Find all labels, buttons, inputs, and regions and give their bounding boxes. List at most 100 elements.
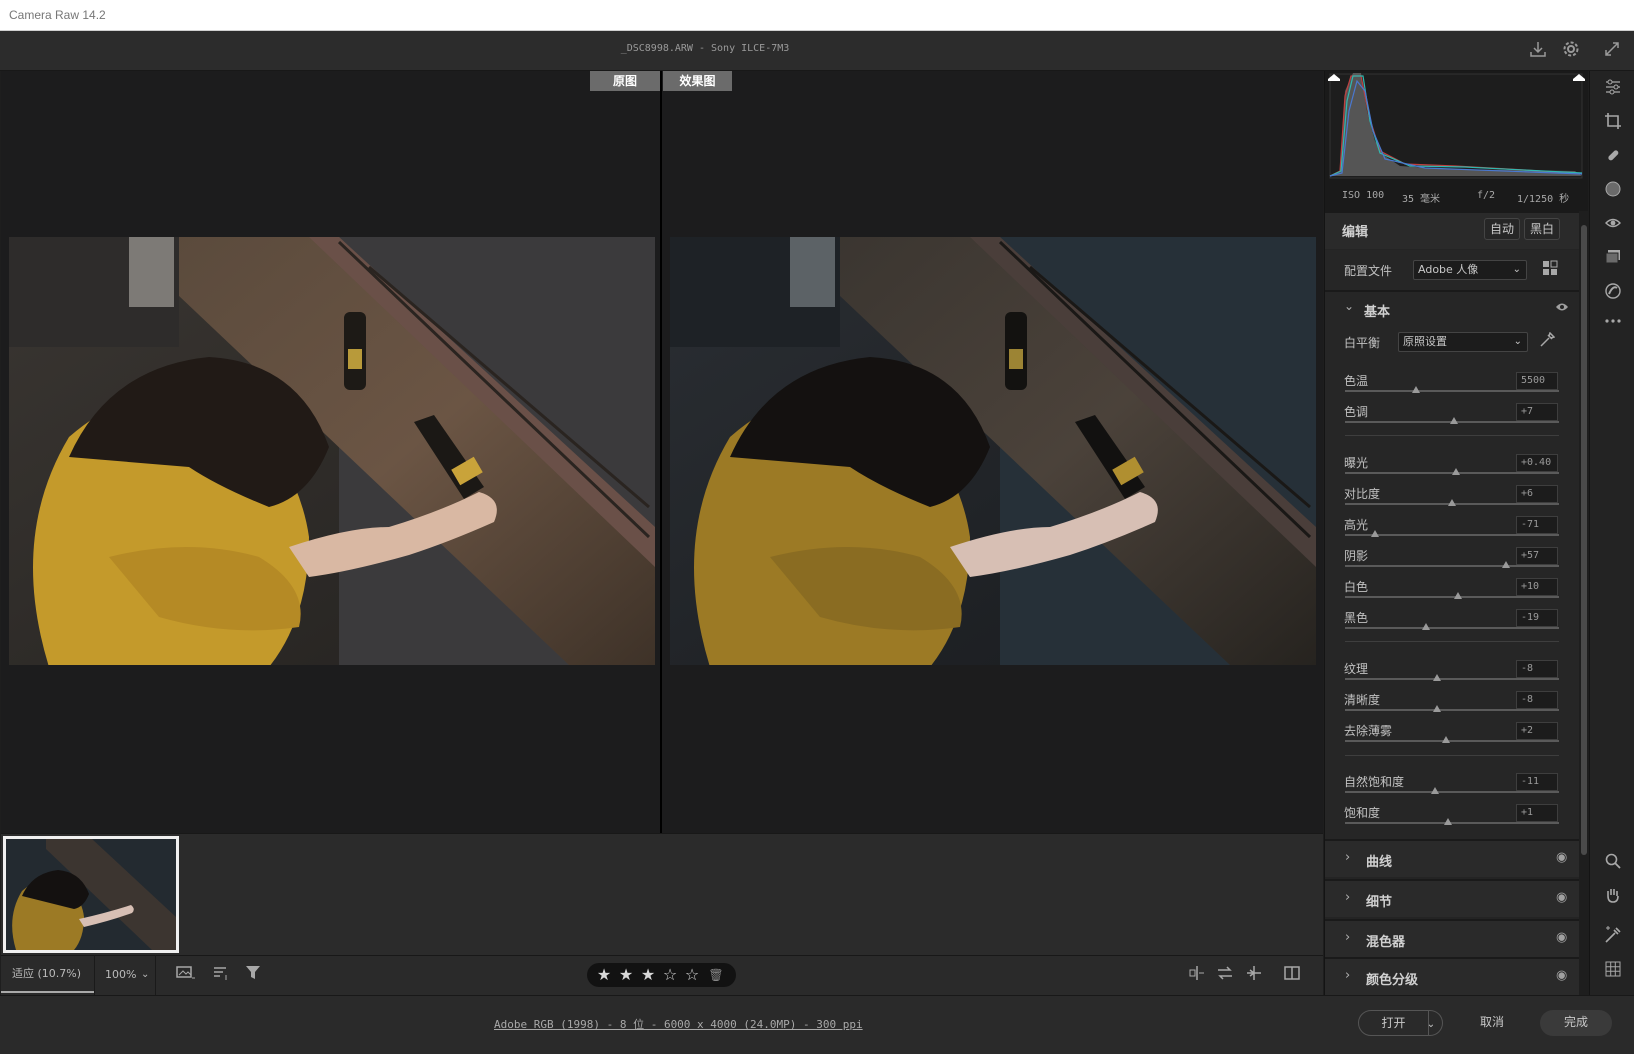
fullscreen-icon[interactable] <box>1601 40 1623 62</box>
slider-thumb[interactable] <box>1441 736 1450 743</box>
filter-icon[interactable] <box>243 965 265 987</box>
chevron-down-icon: ⌄ <box>141 969 150 980</box>
curve-panel[interactable]: › 曲线 ◉ <box>1325 839 1579 877</box>
section-divider <box>1345 435 1559 436</box>
edit-icon[interactable] <box>1601 78 1625 102</box>
slider-value-input[interactable]: +0.40 <box>1516 454 1558 472</box>
slider-value-input[interactable]: -8 <box>1516 660 1558 678</box>
visibility-eye-icon[interactable]: ◉ <box>1556 968 1567 983</box>
wb-dropdown[interactable]: 原照设置 ⌄ <box>1398 332 1528 352</box>
slider-track[interactable] <box>1345 740 1559 742</box>
visibility-eye-icon[interactable] <box>1555 301 1569 315</box>
slider-thumb[interactable] <box>1450 417 1459 424</box>
image-info-link[interactable]: Adobe RGB (1998) - 8 位 - 6000 x 4000 (24… <box>494 1016 863 1032</box>
visibility-eye-icon[interactable]: ◉ <box>1556 850 1567 865</box>
slider-thumb[interactable] <box>1430 787 1439 794</box>
more-icon[interactable] <box>1601 312 1625 336</box>
slider-thumb[interactable] <box>1370 530 1379 537</box>
split-view-icon[interactable] <box>1281 965 1303 987</box>
slider-thumb[interactable] <box>1433 674 1442 681</box>
done-button[interactable]: 完成 <box>1540 1010 1612 1036</box>
visibility-eye-icon[interactable]: ◉ <box>1556 930 1567 945</box>
after-image <box>670 237 1316 665</box>
detail-panel[interactable]: › 细节 ◉ <box>1325 879 1579 917</box>
slider-thumb[interactable] <box>1411 386 1420 393</box>
wb-value: 原照设置 <box>1403 335 1447 348</box>
star-icon[interactable]: ★ <box>595 965 613 985</box>
eyedropper-icon[interactable] <box>1539 331 1556 351</box>
slider-thumb[interactable] <box>1452 468 1461 475</box>
snapshots-icon[interactable] <box>1601 248 1625 272</box>
filmstrip-icon[interactable] <box>175 965 197 987</box>
filmstrip-thumbnail[interactable] <box>3 836 179 953</box>
slider-track[interactable] <box>1345 791 1559 793</box>
basic-title[interactable]: 基本 <box>1364 301 1390 320</box>
star-empty-icon[interactable]: ☆ <box>661 965 679 985</box>
zoom-fit-button[interactable]: 适应 (10.7%) <box>1 955 94 993</box>
zoom-level-dropdown[interactable]: 100% ⌄ <box>94 955 156 995</box>
slider-value-input[interactable]: +2 <box>1516 722 1558 740</box>
slider-value-input[interactable]: 5500 <box>1516 372 1558 390</box>
redeye-icon[interactable] <box>1601 214 1625 238</box>
mask-icon[interactable] <box>1601 180 1625 204</box>
slider-thumb[interactable] <box>1422 623 1431 630</box>
heal-icon[interactable] <box>1601 146 1625 170</box>
panel-scrollbar-thumb[interactable] <box>1581 225 1587 855</box>
open-button[interactable]: 打开 <box>1358 1010 1429 1036</box>
slider-label: 自然饱和度 <box>1344 775 1405 789</box>
slider-value-input[interactable]: +57 <box>1516 547 1558 565</box>
slider-value-input[interactable]: +1 <box>1516 804 1558 822</box>
grid-icon[interactable] <box>1601 960 1625 984</box>
slider-value-input[interactable]: +10 <box>1516 578 1558 596</box>
slider-track[interactable] <box>1345 678 1559 680</box>
profile-browser-icon[interactable] <box>1542 260 1558 279</box>
slider-track[interactable] <box>1345 822 1559 824</box>
slider-value-input[interactable]: +7 <box>1516 403 1558 421</box>
auto-button[interactable]: 自动 <box>1484 218 1520 240</box>
bw-button[interactable]: 黑白 <box>1524 218 1560 240</box>
presets-icon[interactable] <box>1601 282 1625 306</box>
slider-track[interactable] <box>1345 565 1559 567</box>
slider-track[interactable] <box>1345 596 1559 598</box>
slider-value-input[interactable]: +6 <box>1516 485 1558 503</box>
slider-label: 白色 <box>1344 580 1369 594</box>
save-icon[interactable] <box>1527 40 1549 62</box>
crop-icon[interactable] <box>1601 112 1625 136</box>
slider-label: 清晰度 <box>1344 693 1381 707</box>
slider-value-input[interactable]: -8 <box>1516 691 1558 709</box>
profile-dropdown[interactable]: Adobe 人像 ⌄ <box>1413 260 1527 280</box>
slider-thumb[interactable] <box>1433 705 1442 712</box>
chevron-down-icon[interactable]: ⌄ <box>1344 299 1354 313</box>
star-icon[interactable]: ★ <box>639 965 657 985</box>
slider-thumb[interactable] <box>1454 592 1463 599</box>
hand-icon[interactable] <box>1601 886 1625 910</box>
sampler-icon[interactable] <box>1601 926 1625 950</box>
slider-thumb[interactable] <box>1443 818 1452 825</box>
slider-track[interactable] <box>1345 627 1559 629</box>
trash-icon[interactable]: 🗑 <box>707 965 725 985</box>
rating-stars[interactable]: ★ ★ ★ ☆ ☆ 🗑 <box>587 963 736 987</box>
swap-icon[interactable] <box>1214 965 1236 987</box>
slider-value-input[interactable]: -11 <box>1516 773 1558 791</box>
zoom-icon[interactable] <box>1601 852 1625 876</box>
slider-track[interactable] <box>1345 390 1559 392</box>
slider-thumb[interactable] <box>1448 499 1456 506</box>
chevron-right-icon: › <box>1345 890 1351 905</box>
settings-icon[interactable] <box>1560 40 1582 62</box>
compare-divider[interactable] <box>660 71 662 833</box>
visibility-eye-icon[interactable]: ◉ <box>1556 890 1567 905</box>
profile-value: Adobe 人像 <box>1418 263 1479 276</box>
slider-thumb[interactable] <box>1501 561 1510 568</box>
before-after-icon[interactable] <box>1186 965 1208 987</box>
star-empty-icon[interactable]: ☆ <box>683 965 701 985</box>
sort-icon[interactable] <box>210 965 232 987</box>
color-grading-panel[interactable]: › 颜色分级 ◉ <box>1325 957 1579 995</box>
slider-track[interactable] <box>1345 709 1559 711</box>
star-icon[interactable]: ★ <box>617 965 635 985</box>
slider-label: 去除薄雾 <box>1344 724 1393 738</box>
copy-settings-icon[interactable] <box>1243 965 1265 987</box>
slider-value-input[interactable]: -19 <box>1516 609 1558 627</box>
cancel-button[interactable]: 取消 <box>1456 1010 1528 1036</box>
slider-value-input[interactable]: -71 <box>1516 516 1558 534</box>
mixer-panel[interactable]: › 混色器 ◉ <box>1325 919 1579 957</box>
